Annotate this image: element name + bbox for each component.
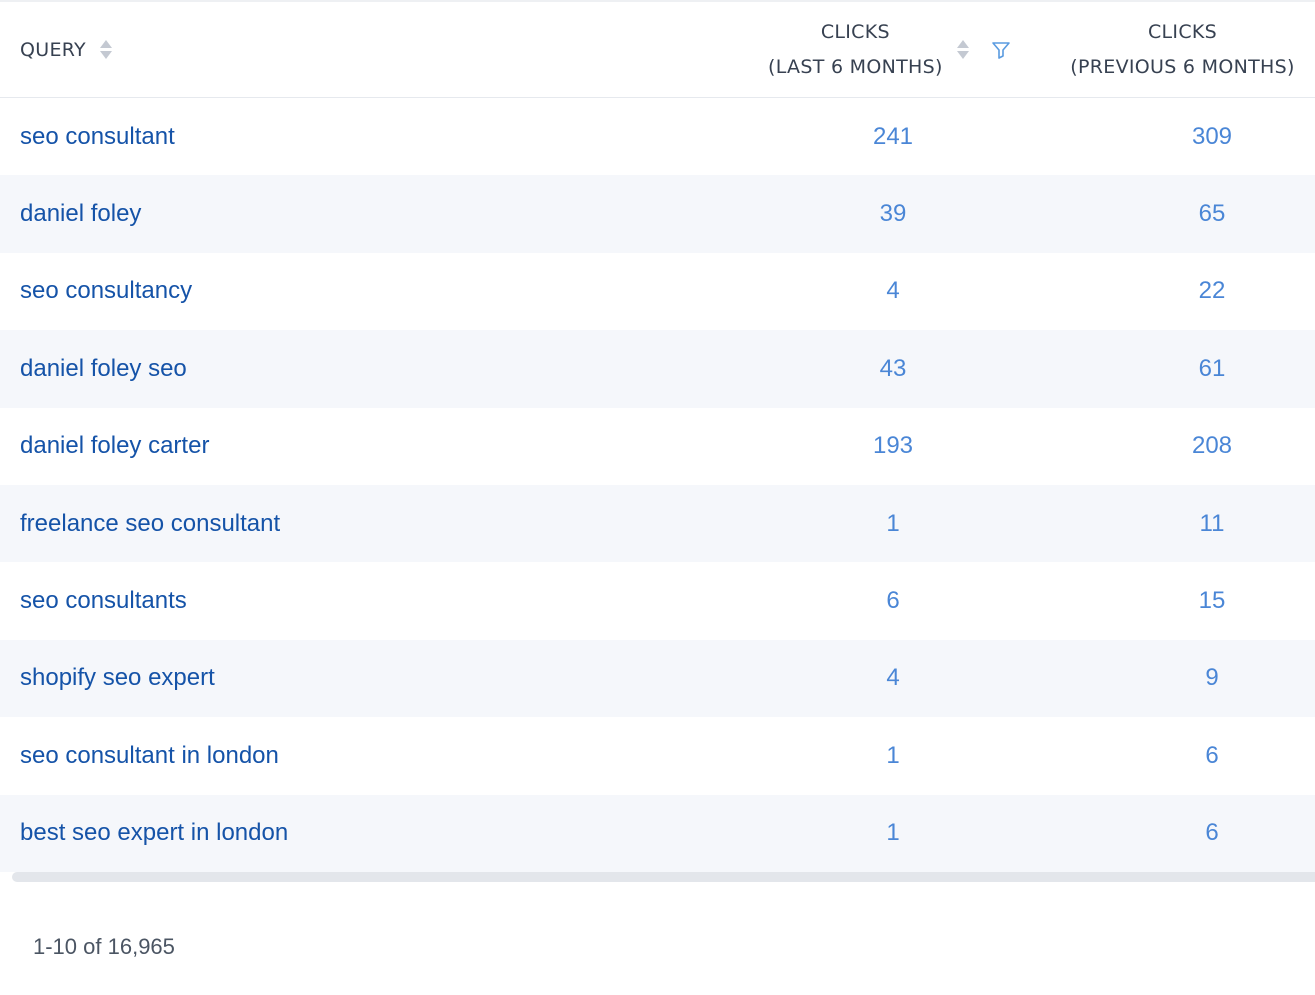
column-header-clicks-last[interactable]: CLICKS (LAST 6 MONTHS) [736,15,1050,85]
clicks-prev-value: 65 [1198,200,1226,228]
clicks-last-cell: 193 [736,432,1050,460]
column-header-clicks-last-line1: CLICKS [820,20,890,43]
filter-icon[interactable] [991,40,1011,60]
clicks-last-value: 241 [872,122,914,150]
clicks-last-value: 43 [879,354,907,382]
column-header-clicks-prev[interactable]: CLICKS (PREVIOUS 6 MONTHS) [1050,15,1315,85]
clicks-prev-cell: 22 [1050,277,1315,305]
clicks-last-cell: 43 [736,355,1050,383]
clicks-prev-value: 208 [1191,432,1233,460]
clicks-last-value: 4 [886,664,900,692]
query-link[interactable]: shopify seo expert [0,664,736,692]
table-row: seo consultants 6 15 [0,562,1315,639]
clicks-last-value: 1 [886,509,900,537]
clicks-prev-value: 15 [1198,587,1226,615]
clicks-prev-cell: 6 [1050,819,1315,847]
clicks-prev-value: 9 [1205,664,1219,692]
query-link[interactable]: seo consultants [0,587,736,615]
clicks-prev-value: 6 [1205,741,1219,769]
table-row: seo consultancy 4 22 [0,253,1315,330]
query-link[interactable]: freelance seo consultant [0,510,736,538]
column-header-query[interactable]: QUERY [0,39,736,61]
clicks-last-cell: 1 [736,819,1050,847]
table-row: best seo expert in london 1 6 [0,794,1315,872]
clicks-prev-value: 22 [1198,277,1226,305]
clicks-last-cell: 4 [736,277,1050,305]
clicks-prev-value: 6 [1205,819,1219,847]
column-header-clicks-prev-label: CLICKS (PREVIOUS 6 MONTHS) [1070,15,1294,85]
table-row: freelance seo consultant 1 11 [0,484,1315,563]
clicks-last-value: 193 [872,432,914,460]
clicks-last-cell: 39 [736,200,1050,228]
clicks-prev-cell: 9 [1050,664,1315,692]
sort-icon[interactable] [99,40,112,59]
clicks-last-value: 39 [879,200,907,228]
column-header-clicks-prev-line1: CLICKS [1147,20,1218,43]
query-link[interactable]: daniel foley [0,200,736,228]
clicks-prev-cell: 15 [1050,587,1315,615]
table-row: seo consultant 241 309 [0,98,1315,175]
clicks-prev-cell: 61 [1050,355,1315,383]
table-row: daniel foley carter 193 208 [0,408,1315,485]
clicks-last-cell: 241 [736,123,1050,151]
table-row: seo consultant in london 1 6 [0,717,1315,794]
query-link[interactable]: daniel foley carter [0,432,736,460]
clicks-prev-cell: 65 [1050,200,1315,228]
clicks-prev-value: 61 [1198,354,1226,382]
clicks-prev-cell: 11 [1050,510,1315,538]
query-link[interactable]: seo consultant in london [0,742,736,770]
clicks-prev-cell: 208 [1050,432,1315,460]
clicks-prev-cell: 309 [1050,123,1315,151]
clicks-prev-value: 11 [1199,509,1225,537]
table-row: daniel foley 39 65 [0,175,1315,253]
table-header-row: QUERY CLICKS (LAST 6 MONTHS) CLICKS (PRE… [0,2,1315,98]
clicks-prev-value: 309 [1191,122,1233,150]
clicks-last-value: 1 [886,741,900,769]
sort-icon[interactable] [956,40,969,59]
query-link[interactable]: seo consultant [0,123,736,151]
pagination-summary: 1-10 of 16,965 [33,934,175,959]
column-header-clicks-prev-line2: (PREVIOUS 6 MONTHS) [1070,55,1295,78]
column-header-clicks-last-line2: (LAST 6 MONTHS) [768,55,943,78]
clicks-last-value: 6 [886,587,900,615]
table-row: daniel foley seo 43 61 [0,330,1315,408]
horizontal-scrollbar[interactable] [12,872,1315,882]
query-link[interactable]: daniel foley seo [0,355,736,383]
clicks-last-cell: 4 [736,664,1050,692]
query-link[interactable]: best seo expert in london [0,819,736,847]
results-table: QUERY CLICKS (LAST 6 MONTHS) CLICKS (PRE… [0,0,1315,872]
column-header-clicks-last-label: CLICKS (LAST 6 MONTHS) [768,15,943,85]
column-header-query-label: QUERY [20,38,86,61]
clicks-last-value: 4 [886,277,900,305]
clicks-last-value: 1 [886,819,900,847]
clicks-last-cell: 1 [736,742,1050,770]
clicks-last-cell: 6 [736,587,1050,615]
clicks-prev-cell: 6 [1050,742,1315,770]
table-row: shopify seo expert 4 9 [0,639,1315,718]
query-link[interactable]: seo consultancy [0,277,736,305]
clicks-last-cell: 1 [736,510,1050,538]
